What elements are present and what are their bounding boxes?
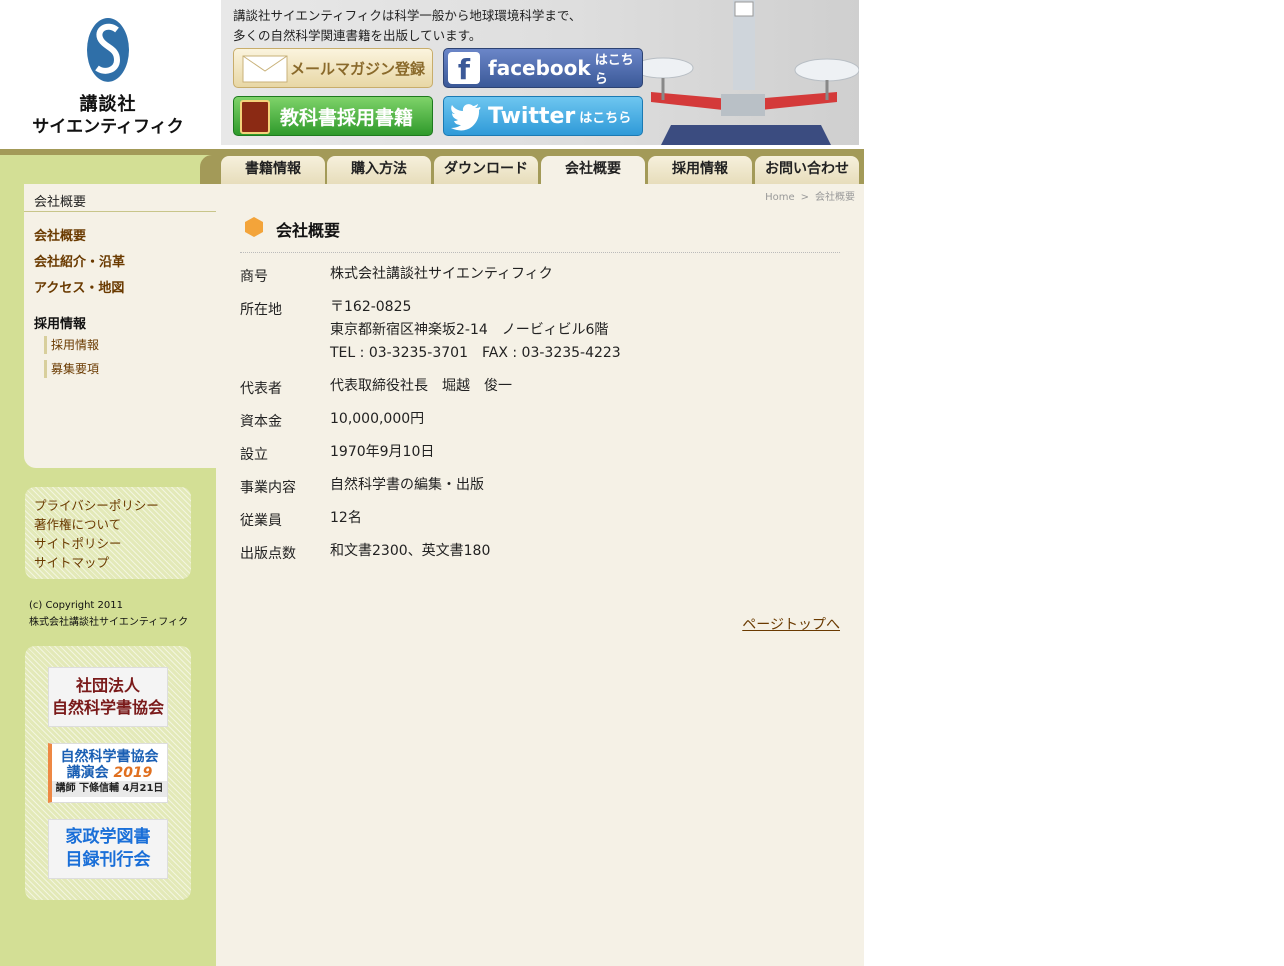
sidebar-menu: 会社概要 会社概要 会社紹介・沿革 アクセス・地図 採用情報 採用情報 募集要項 <box>24 184 216 468</box>
header-banner: 講談社サイエンティフィクは科学一般から地球環境科学まで、 多くの自然科学関連書籍… <box>221 0 859 145</box>
sidebar-title: 会社概要 <box>34 195 87 210</box>
lecture-2019-banner[interactable]: 自然科学書協会 講演会 2019 講師 下條信輔 4月21日 <box>48 743 168 803</box>
sidebar-item-access-map[interactable]: アクセス・地図 <box>34 277 124 296</box>
label-publications: 出版点数 <box>240 546 296 562</box>
logo-text-line2: サイエンティフィク <box>32 117 184 137</box>
tagline-line2: 多くの自然科学関連書籍を出版しています。 <box>233 28 482 43</box>
policy-links-box: プライバシーポリシー 著作権について サイトポリシー サイトマップ <box>25 487 191 579</box>
sidebar-item-recruit-info[interactable]: 採用情報 <box>44 336 99 354</box>
balance-scale-image <box>632 0 859 145</box>
value-employees: 12名 <box>330 510 362 526</box>
sidebar-title-divider <box>24 211 216 212</box>
tab-company[interactable]: 会社概要 <box>541 156 645 184</box>
copyright-line1: (c) Copyright 2011 <box>29 600 123 611</box>
assoc1-line1: 社団法人 <box>75 676 140 695</box>
nav-corner <box>200 155 216 184</box>
assoc2-line3: 講師 下條信輔 4月21日 <box>52 781 167 797</box>
tagline-line1: 講談社サイエンティフィクは科学一般から地球環境科学まで、 <box>233 8 582 23</box>
title-divider <box>240 252 840 253</box>
twitter-suffix: はこちら <box>579 110 632 126</box>
assoc3-line2: 目録刊行会 <box>65 850 151 870</box>
hexagon-bullet-icon <box>245 217 263 237</box>
mail-magazine-button[interactable]: メールマガジン登録 <box>233 48 433 88</box>
value-representative: 代表取締役社長 堀越 俊一 <box>330 378 512 394</box>
label-capital: 資本金 <box>240 414 282 430</box>
label-representative: 代表者 <box>240 381 282 397</box>
copyright-link[interactable]: 著作権について <box>34 514 121 533</box>
facebook-icon: f <box>448 52 480 86</box>
tab-download[interactable]: ダウンロード <box>434 156 538 184</box>
association-banners: 社団法人 自然科学書協会 自然科学書協会 講演会 2019 講師 下條信輔 4月… <box>25 646 191 900</box>
mail-magazine-label: メールマガジン登録 <box>290 59 426 78</box>
facebook-label: facebook <box>488 56 591 80</box>
value-business: 自然科学書の編集・出版 <box>330 477 484 493</box>
breadcrumb: Home > 会社概要 <box>762 188 858 203</box>
facebook-button[interactable]: f facebook はこちら <box>443 48 643 88</box>
value-founded: 1970年9月10日 <box>330 444 435 460</box>
site-logo[interactable]: 講談社 サイエンティフィク <box>0 0 221 149</box>
assoc1-line2: 自然科学書協会 <box>51 698 164 717</box>
breadcrumb-separator: > <box>800 192 809 203</box>
tab-recruit[interactable]: 採用情報 <box>648 156 752 184</box>
main-content: Home > 会社概要 会社概要 商号 株式会社講談社サイエンティフィク 所在地 〒… <box>216 184 864 966</box>
tab-books[interactable]: 書籍情報 <box>221 156 325 184</box>
copyright-line2: 株式会社講談社サイエンティフィク <box>29 617 189 628</box>
privacy-policy-link[interactable]: プライバシーポリシー <box>34 495 159 514</box>
address-phone-fax: TEL : 03-3235-3701 FAX : 03-3235-4223 <box>330 345 621 361</box>
label-founded: 設立 <box>240 447 268 463</box>
natural-science-book-association-banner[interactable]: 社団法人 自然科学書協会 <box>48 667 168 727</box>
envelope-icon <box>242 55 288 83</box>
sidebar-item-history[interactable]: 会社紹介・沿革 <box>34 251 125 270</box>
sidebar-recruit-heading: 採用情報 <box>34 317 87 332</box>
tagline: 講談社サイエンティフィクは科学一般から地球環境科学まで、 多くの自然科学関連書籍… <box>233 6 581 46</box>
address-street: 東京都新宿区神楽坂2-14 ノービィビル6階 <box>330 322 609 338</box>
value-address: 〒162-0825 東京都新宿区神楽坂2-14 ノービィビル6階 TEL : 0… <box>330 296 621 365</box>
page-title: 会社概要 <box>276 221 341 240</box>
breadcrumb-home[interactable]: Home <box>765 192 795 203</box>
assoc2-line1: 自然科学書協会 <box>60 749 159 765</box>
logo-icon <box>87 18 129 82</box>
sitemap-link[interactable]: サイトマップ <box>34 552 109 571</box>
sidebar-item-company-overview[interactable]: 会社概要 <box>34 225 86 244</box>
sidebar-item-job-requirements[interactable]: 募集要項 <box>44 360 99 378</box>
value-publications: 和文書2300、英文書180 <box>330 543 491 559</box>
sidebar-top-strip <box>0 155 216 184</box>
label-employees: 従業員 <box>240 513 282 529</box>
assoc2-year: 2019 <box>113 765 153 781</box>
value-company-name: 株式会社講談社サイエンティフィク <box>330 266 553 282</box>
twitter-button[interactable]: Twitter はこちら <box>443 96 643 136</box>
tab-purchase[interactable]: 購入方法 <box>327 156 431 184</box>
label-business: 事業内容 <box>240 480 296 496</box>
twitter-bird-icon <box>451 104 481 131</box>
breadcrumb-current: 会社概要 <box>815 192 855 203</box>
label-address: 所在地 <box>240 302 282 318</box>
address-postal-code: 〒162-0825 <box>330 299 412 315</box>
tab-contact[interactable]: お問い合わせ <box>755 156 859 184</box>
copyright-notice: (c) Copyright 2011 株式会社講談社サイエンティフィク <box>29 597 188 631</box>
assoc3-line1: 家政学図書 <box>65 827 151 847</box>
page-top-link[interactable]: ページトップへ <box>742 614 840 634</box>
facebook-suffix: はこちら <box>594 53 634 87</box>
textbook-adoption-label: 教科書採用書籍 <box>280 106 414 129</box>
site-policy-link[interactable]: サイトポリシー <box>34 533 122 552</box>
book-icon <box>240 100 270 134</box>
assoc2-lecture-word: 講演会 <box>66 765 109 781</box>
label-company-name: 商号 <box>240 269 268 285</box>
textbook-adoption-button[interactable]: 教科書採用書籍 <box>233 96 433 136</box>
twitter-label: Twitter <box>488 103 576 129</box>
assoc2-line2: 講演会 2019 <box>67 765 153 781</box>
value-capital: 10,000,000円 <box>330 411 425 427</box>
home-economics-catalog-banner[interactable]: 家政学図書 目録刊行会 <box>48 819 168 879</box>
